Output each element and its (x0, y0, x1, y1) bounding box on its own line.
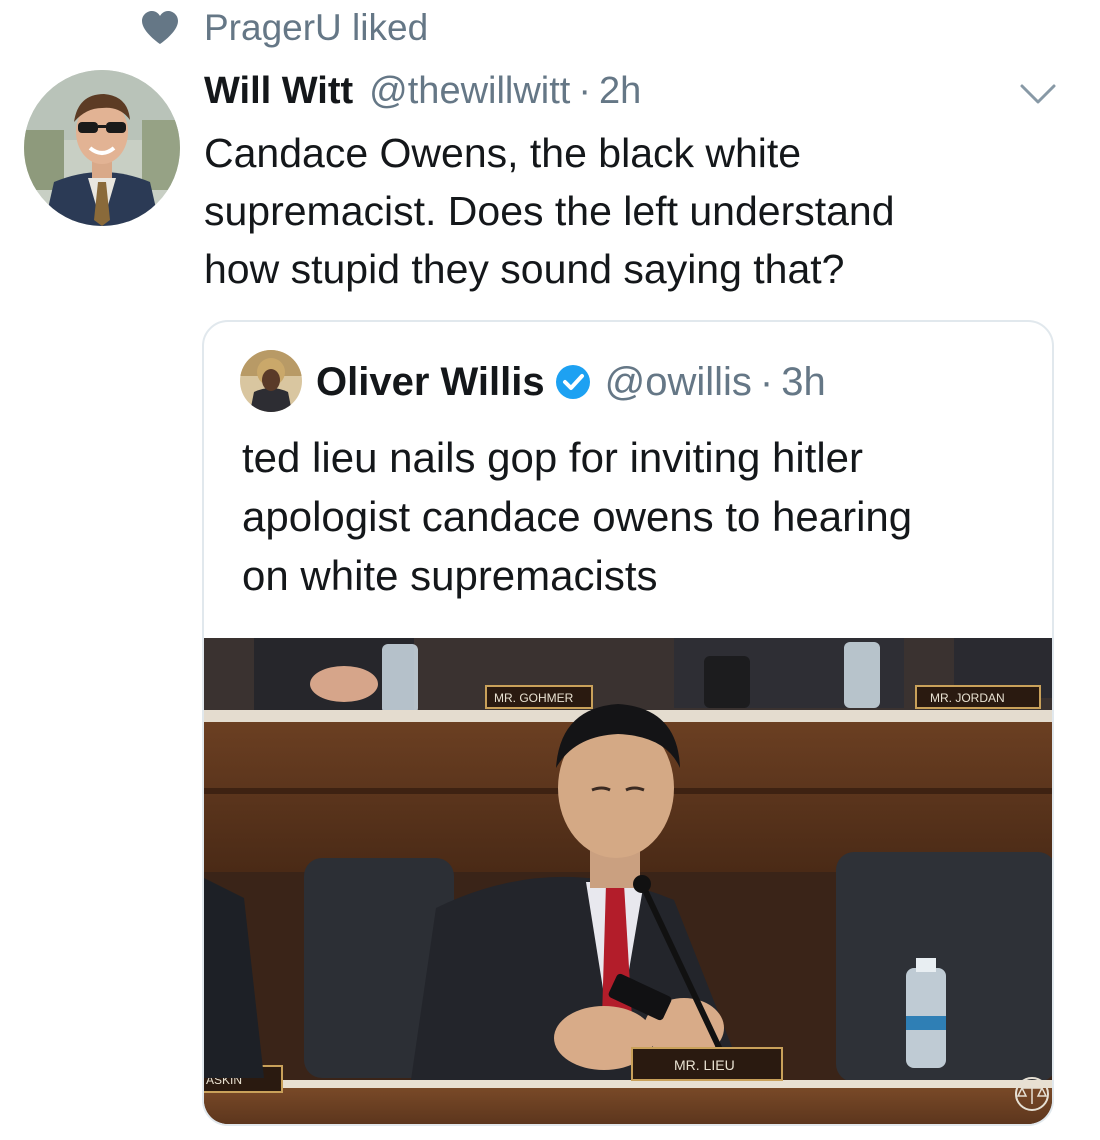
nameplate-gohmert: MR. GOHMER (494, 691, 574, 705)
avatar[interactable] (24, 70, 180, 226)
quote-text-line: apologist candace owens to hearing (242, 493, 913, 540)
quote-author-name[interactable]: Oliver Willis (316, 360, 545, 405)
nameplate-jordan: MR. JORDAN (930, 691, 1005, 705)
quote-timestamp: 3h (781, 359, 826, 404)
quote-text-line: ted lieu nails gop for inviting hitler (242, 434, 864, 481)
quote-avatar[interactable] (240, 350, 302, 412)
tweet-header: Will Witt @thewillwitt · 2h (204, 66, 641, 116)
tweet-text-line: supremacist. Does the left understand (204, 188, 895, 234)
separator-dot: · (578, 69, 591, 112)
heart-icon (142, 11, 178, 44)
embedded-video[interactable]: MR. GOHMER MR. JORDAN MR. LIEU ASKIN (204, 638, 1052, 1124)
tweet-timestamp[interactable]: 2h (599, 70, 641, 113)
quoted-tweet-card[interactable]: Oliver Willis @owillis · 3h ted lieu nai… (202, 320, 1054, 1126)
author-handle[interactable]: @thewillwitt (369, 70, 570, 113)
quote-text: ted lieu nails gop for inviting hitler a… (242, 428, 1032, 605)
quote-author-handle[interactable]: @owillis (605, 360, 752, 405)
tweet-text: Candace Owens, the black white supremaci… (204, 124, 1064, 298)
tweet-text-line: how stupid they sound saying that? (204, 246, 845, 292)
tweet-text-line: Candace Owens, the black white (204, 130, 802, 176)
author-name[interactable]: Will Witt (204, 70, 353, 113)
verified-badge-icon (555, 365, 590, 399)
quote-header: Oliver Willis @owillis · 3h (316, 352, 826, 412)
chevron-down-icon[interactable] (1018, 78, 1058, 108)
social-context-text: PragerU liked (204, 7, 429, 48)
quote-text-line: on white supremacists (242, 552, 658, 599)
nameplate-lieu: MR. LIEU (674, 1057, 735, 1073)
separator-dot: · (759, 359, 774, 404)
social-context[interactable]: PragerU liked (140, 8, 428, 48)
